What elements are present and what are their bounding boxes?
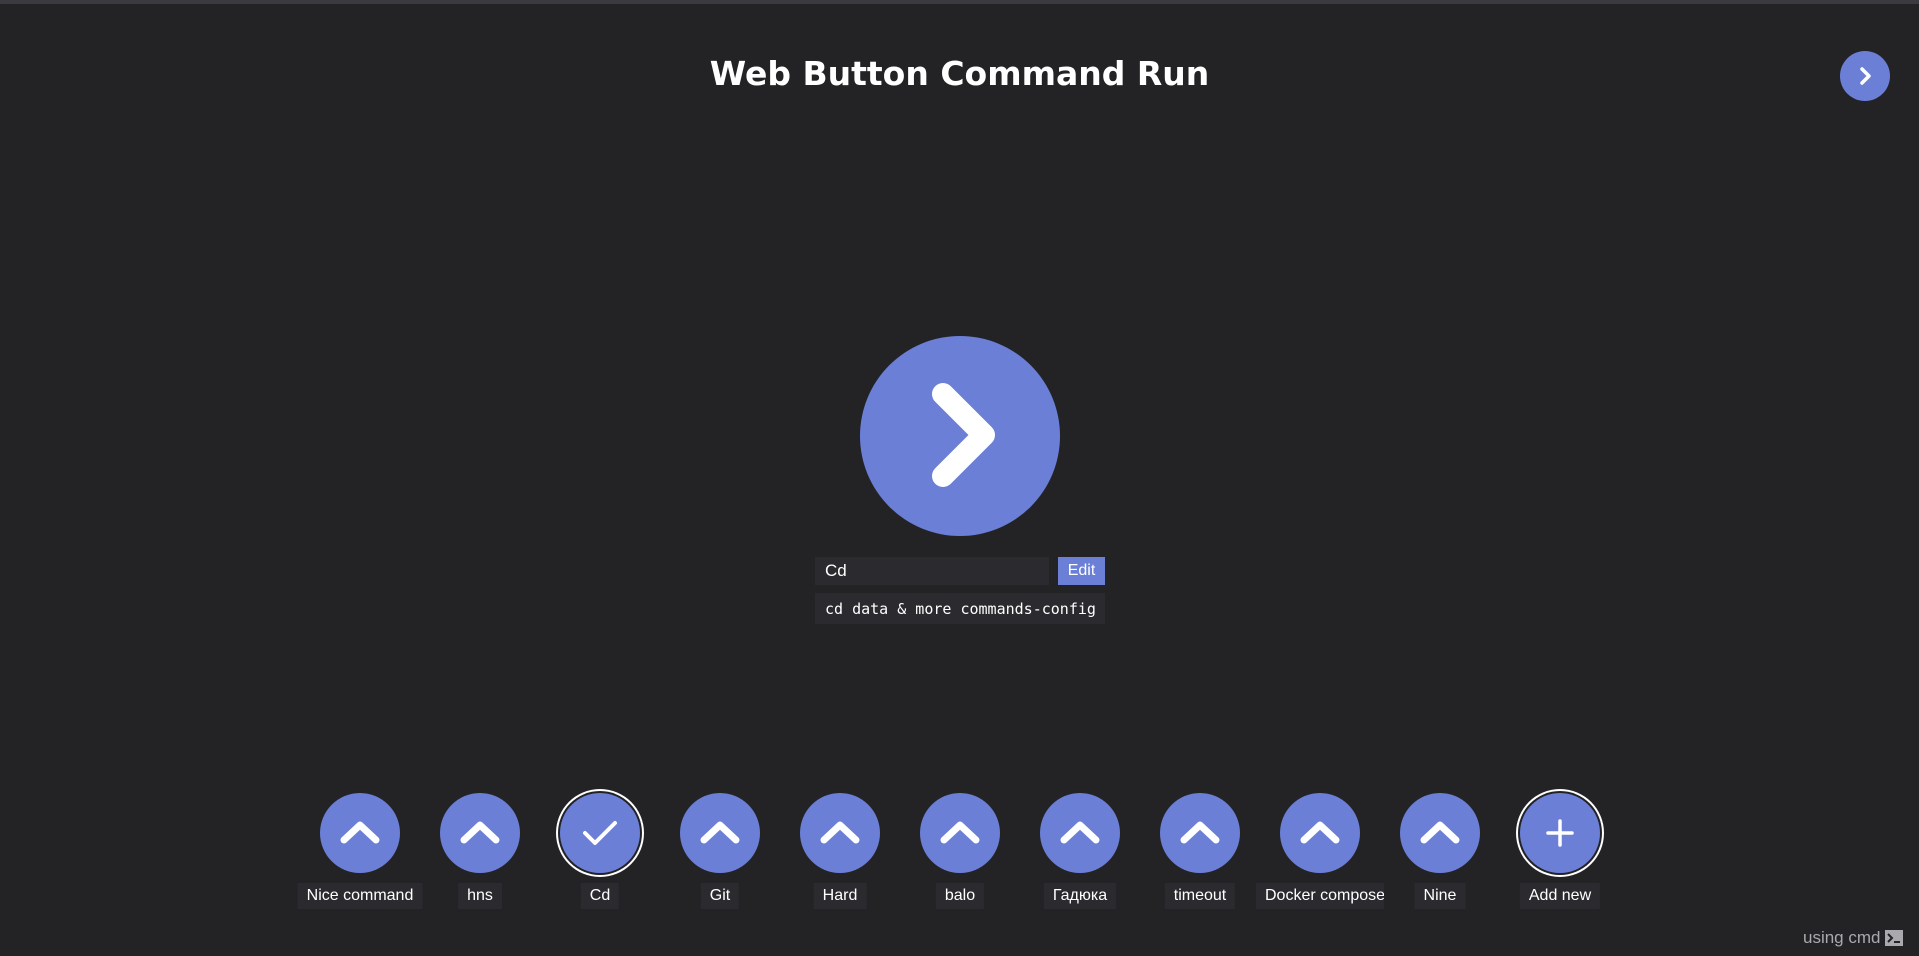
command-label[interactable]: Cd [580, 883, 620, 909]
check-icon [583, 821, 617, 845]
chevron-up-icon [1300, 821, 1340, 844]
command-item: timeout [1140, 793, 1260, 913]
command-button[interactable] [440, 793, 520, 873]
command-button[interactable] [1040, 793, 1120, 873]
command-item-selected: Cd [540, 793, 660, 913]
footer-status: using cmd [1803, 928, 1904, 948]
footer-text: using cmd [1803, 928, 1881, 947]
command-item: Git [660, 793, 780, 913]
command-button[interactable] [680, 793, 760, 873]
command-text-input[interactable] [815, 593, 1105, 624]
corner-run-button[interactable] [1840, 51, 1890, 101]
top-border [0, 0, 1919, 4]
add-new-label[interactable]: Add new [1519, 883, 1601, 909]
chevron-up-icon [940, 821, 980, 844]
chevron-up-icon [820, 821, 860, 844]
page-title: Web Button Command Run [709, 54, 1210, 93]
terminal-icon [1885, 930, 1904, 946]
command-label[interactable]: hns [458, 883, 502, 909]
chevron-right-icon [1860, 67, 1871, 85]
command-label[interactable]: timeout [1164, 883, 1236, 909]
command-item: hns [420, 793, 540, 913]
chevron-up-icon [340, 821, 380, 844]
add-new-item: Add new [1500, 793, 1620, 913]
command-button[interactable] [1400, 793, 1480, 873]
command-button[interactable] [920, 793, 1000, 873]
edit-button[interactable]: Edit [1058, 557, 1105, 585]
add-new-button[interactable] [1520, 793, 1600, 873]
command-button-selected[interactable] [560, 793, 640, 873]
chevron-right-icon [932, 383, 995, 487]
command-label[interactable]: Гадюка [1043, 883, 1117, 909]
command-item: Nice command [297, 793, 423, 913]
command-label[interactable]: Nice command [297, 883, 423, 909]
chevron-up-icon [1180, 821, 1220, 844]
plus-icon [1546, 819, 1574, 847]
command-item: Hard [780, 793, 900, 913]
chevron-up-icon [700, 821, 740, 844]
command-item: Nine [1380, 793, 1500, 913]
chevron-up-icon [1060, 821, 1100, 844]
command-item: balo [900, 793, 1020, 913]
command-button[interactable] [1160, 793, 1240, 873]
command-item: Docker compose [1256, 793, 1384, 913]
command-item: Гадюка [1020, 793, 1140, 913]
chevron-up-icon [460, 821, 500, 844]
command-name-input[interactable] [815, 557, 1049, 585]
command-button[interactable] [1280, 793, 1360, 873]
command-label[interactable]: Hard [813, 883, 867, 909]
command-button[interactable] [320, 793, 400, 873]
command-label[interactable]: balo [935, 883, 985, 909]
command-label[interactable]: Nine [1414, 883, 1466, 909]
run-command-button[interactable] [860, 336, 1060, 536]
command-label[interactable]: Git [700, 883, 740, 909]
command-button[interactable] [800, 793, 880, 873]
command-label[interactable]: Docker compose [1256, 883, 1384, 909]
chevron-up-icon [1420, 821, 1460, 844]
